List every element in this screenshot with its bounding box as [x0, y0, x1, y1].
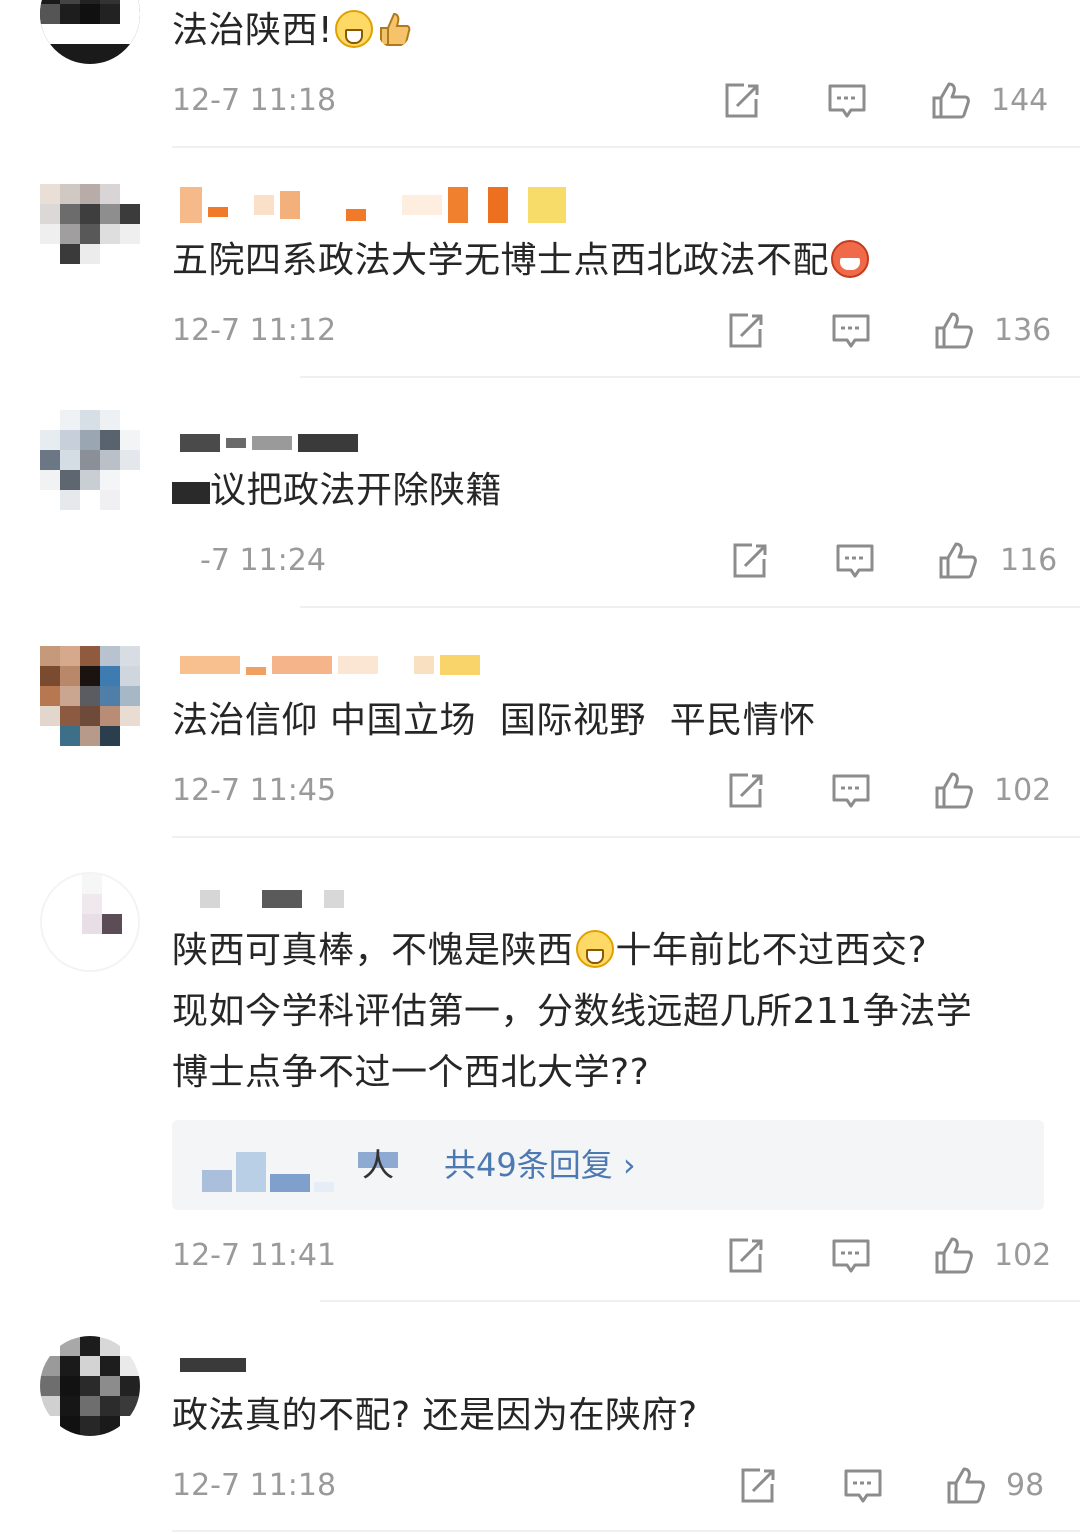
avatar[interactable]	[40, 410, 140, 510]
share-icon[interactable]	[726, 771, 766, 811]
comment-meta: -7 11:24 116	[0, 536, 1080, 586]
avatar[interactable]	[40, 872, 140, 972]
comment-time: 12-7 11:12	[172, 313, 337, 348]
username[interactable]	[180, 882, 344, 916]
thumbs-up-icon[interactable]	[934, 311, 974, 351]
like-count: 116	[1000, 543, 1058, 578]
divider	[172, 836, 1080, 838]
thumbs-up-icon[interactable]	[931, 81, 971, 121]
comment-meta: 12-7 11:45 102	[0, 766, 1080, 816]
comment-time: -7 11:24	[200, 543, 326, 578]
comment-icon[interactable]	[831, 771, 871, 811]
view-replies-link[interactable]: 共49条回复 ›	[444, 1120, 636, 1210]
like-count: 144	[991, 83, 1049, 118]
thumbs-up-icon[interactable]	[946, 1466, 986, 1506]
avatar[interactable]	[40, 184, 140, 284]
comment-meta: 12-7 11:18 144	[0, 76, 1080, 126]
comment-icon[interactable]	[831, 1236, 871, 1276]
avatar[interactable]	[40, 1336, 140, 1436]
share-icon[interactable]	[722, 81, 762, 121]
comment-text-content: 法治陕西!	[172, 10, 333, 51]
comment-text: 议把政法开除陕籍	[172, 460, 1044, 521]
comment-text-line2: 现如今学科评估第一，分数线远超几所211争法学	[172, 991, 973, 1032]
comment-icon[interactable]	[843, 1466, 883, 1506]
comment-text-content: 政法真的不配? 还是因为在陕府?	[172, 1395, 698, 1436]
comment-meta: 12-7 11:41 102	[0, 1231, 1080, 1281]
reply-preview[interactable]: 人 共49条回复 ›	[172, 1120, 1044, 1210]
comment-text-content: 五院四系政法大学无博士点西北政法不配	[172, 240, 830, 281]
avatar[interactable]	[40, 646, 140, 746]
like-count: 102	[994, 773, 1052, 808]
thumbs-up-icon[interactable]	[938, 541, 978, 581]
divider	[172, 146, 1080, 148]
thumbs-up-emoji-icon	[379, 12, 411, 46]
divider	[172, 1530, 1080, 1532]
thumbs-up-icon[interactable]	[934, 771, 974, 811]
comment-time: 12-7 11:45	[172, 773, 337, 808]
comment-text: 五院四系政法大学无博士点西北政法不配	[172, 230, 1044, 291]
comment-text: 法治信仰 中国立场 国际视野 平民情怀	[172, 690, 1044, 751]
laugh-emoji-icon	[831, 240, 870, 278]
username[interactable]	[180, 185, 566, 225]
comment-text-content: 法治信仰 中国立场 国际视野 平民情怀	[172, 700, 816, 741]
comment-icon[interactable]	[831, 311, 871, 351]
comment-icon[interactable]	[835, 541, 875, 581]
like-count: 102	[994, 1238, 1052, 1273]
comment-text-line1b: 十年前比不过西交?	[615, 930, 928, 971]
comment-time: 12-7 11:41	[172, 1238, 337, 1273]
comment-icon[interactable]	[827, 81, 867, 121]
comment-text: 陕西可真棒，不愧是陕西 十年前比不过西交? 现如今学科评估第一，分数线远超几所21…	[172, 920, 1044, 1103]
share-icon[interactable]	[738, 1466, 778, 1506]
username[interactable]	[180, 426, 358, 460]
divider	[300, 376, 1080, 378]
grin-emoji-icon	[575, 930, 614, 968]
share-icon[interactable]	[726, 1236, 766, 1276]
comment-meta: 12-7 11:12 136	[0, 306, 1080, 356]
grin-emoji-icon	[334, 10, 373, 48]
username[interactable]	[180, 648, 480, 682]
comment-text-line1a: 陕西可真棒，不愧是陕西	[172, 930, 574, 971]
divider	[320, 1300, 1080, 1302]
comment-text-content: 议把政法开除陕籍	[210, 470, 503, 511]
divider	[300, 606, 1080, 608]
avatar[interactable]	[40, 0, 140, 64]
comment-time: 12-7 11:18	[172, 1468, 337, 1503]
comment-text: 政法真的不配? 还是因为在陕府?	[172, 1385, 1044, 1446]
comment-text-line3: 博士点争不过一个西北大学??	[172, 1052, 650, 1093]
redacted-block	[172, 482, 210, 504]
like-count: 136	[994, 313, 1052, 348]
reply-username: 人	[362, 1146, 395, 1184]
comment-text: 法治陕西!	[172, 0, 1044, 61]
share-icon[interactable]	[730, 541, 770, 581]
comment-meta: 12-7 11:18 98	[0, 1461, 1080, 1511]
comment-time: 12-7 11:18	[172, 83, 337, 118]
share-icon[interactable]	[726, 311, 766, 351]
username[interactable]	[180, 1348, 246, 1382]
like-count: 98	[1006, 1468, 1045, 1503]
thumbs-up-icon[interactable]	[934, 1236, 974, 1276]
